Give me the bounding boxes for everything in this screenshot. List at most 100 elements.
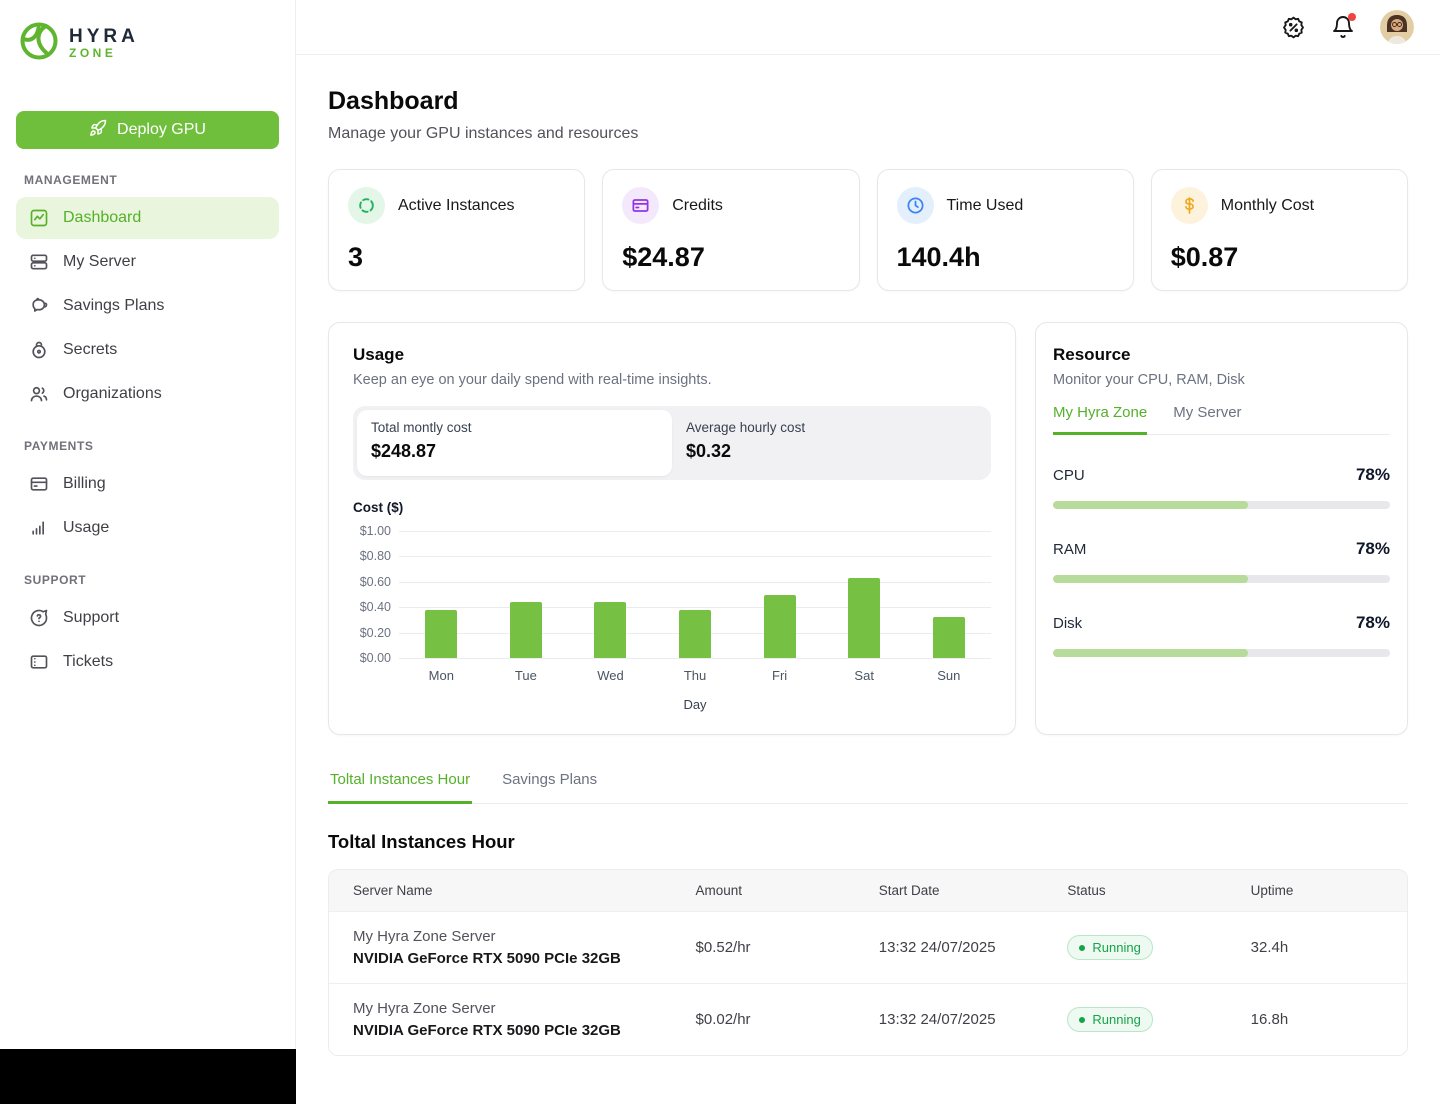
sidebar-item-organizations[interactable]: Organizations — [16, 373, 279, 415]
status-dot-icon — [1079, 1016, 1086, 1023]
tab-savings-plans[interactable]: Savings Plans — [500, 771, 599, 803]
uptime-cell: 16.8h — [1250, 1011, 1289, 1028]
usage-panel: Usage Keep an eye on your daily spend wi… — [328, 322, 1016, 735]
sidebar-item-label: Organizations — [63, 385, 162, 402]
sidebar-item-savings-plans[interactable]: Savings Plans — [16, 285, 279, 327]
bar-thu — [679, 609, 712, 658]
stat-value: $24.87 — [622, 242, 705, 272]
chart-y-axis-title: Cost ($) — [353, 500, 404, 515]
usage-summary-toggle: Total montly cost $248.87 Average hourly… — [353, 406, 991, 480]
ticket-icon — [28, 651, 50, 673]
status-label: Running — [1092, 1012, 1141, 1027]
stat-label: Monthly Cost — [1220, 196, 1315, 214]
avatar[interactable] — [1380, 10, 1414, 44]
server-name: My Hyra Zone Server — [353, 1000, 496, 1017]
y-tick: $0.00 — [359, 651, 391, 665]
nav-section-payments: PAYMENTS — [24, 439, 94, 453]
deploy-gpu-label: Deploy GPU — [117, 121, 206, 138]
nav-section-support: SUPPORT — [24, 573, 87, 587]
stat-value: $0.87 — [1170, 242, 1239, 272]
sidebar-item-my-server[interactable]: My Server — [16, 241, 279, 283]
people-icon — [28, 383, 50, 405]
stat-label: Active Instances — [398, 196, 515, 214]
disk-meter: Disk 78% — [1053, 613, 1390, 657]
summary-label: Total montly cost — [371, 420, 472, 435]
sidebar-item-secrets[interactable]: Secrets — [16, 329, 279, 371]
status-dot-icon — [1079, 944, 1086, 951]
server-icon — [28, 251, 50, 273]
section-tabs: Toltal Instances Hour Savings Plans — [328, 771, 1408, 804]
dashboard-content: Dashboard Manage your GPU instances and … — [296, 55, 1440, 1088]
meter-label: CPU — [1053, 466, 1085, 484]
sidebar-item-usage[interactable]: Usage — [16, 507, 279, 549]
x-label: Sat — [854, 668, 874, 683]
page-title: Dashboard — [328, 87, 459, 115]
x-label: Mon — [428, 668, 454, 683]
sidebar-item-dashboard[interactable]: Dashboard — [16, 197, 279, 239]
stat-value: 140.4h — [896, 242, 981, 272]
meter-label: RAM — [1053, 540, 1087, 558]
col-status: Status — [1067, 883, 1106, 898]
deploy-gpu-button[interactable]: Deploy GPU — [16, 111, 279, 149]
usage-subtitle: Keep an eye on your daily spend with rea… — [353, 372, 712, 388]
table-row[interactable]: My Hyra Zone Server NVIDIA GeForce RTX 5… — [329, 911, 1407, 983]
x-label: Fri — [772, 668, 788, 683]
server-name: My Hyra Zone Server — [353, 928, 496, 945]
discount-icon[interactable] — [1280, 14, 1306, 40]
stat-card-credits: Credits $24.87 — [602, 169, 860, 291]
resource-panel: Resource Monitor your CPU, RAM, Disk My … — [1035, 322, 1408, 735]
main-area: Dashboard Manage your GPU instances and … — [296, 0, 1440, 1104]
total-monthly-cost-cell[interactable]: Total montly cost $248.87 — [357, 410, 672, 476]
help-chat-icon — [28, 607, 50, 629]
summary-value: $0.32 — [686, 441, 732, 461]
stat-value: 3 — [348, 242, 364, 272]
status-badge: Running — [1067, 935, 1153, 960]
summary-value: $248.87 — [371, 441, 437, 461]
summary-label: Average hourly cost — [686, 420, 806, 435]
lock-icon — [28, 339, 50, 361]
sidebar-item-billing[interactable]: Billing — [16, 463, 279, 505]
table-header: Server Name Amount Start Date Status Upt… — [329, 870, 1407, 911]
sidebar-item-support[interactable]: Support — [16, 597, 279, 639]
x-label: Thu — [683, 668, 707, 683]
sidebar-item-label: My Server — [63, 253, 136, 270]
uptime-cell: 32.4h — [1250, 939, 1289, 956]
resource-subtitle: Monitor your CPU, RAM, Disk — [1053, 372, 1245, 388]
col-server-name: Server Name — [353, 883, 433, 898]
col-amount: Amount — [695, 883, 743, 898]
sidebar-item-tickets[interactable]: Tickets — [16, 641, 279, 683]
instances-ring-icon — [348, 187, 385, 224]
sidebar-item-label: Billing — [63, 475, 106, 492]
chart-x-axis-title: Day — [683, 697, 707, 712]
brand-sub: ZONE — [69, 46, 117, 61]
amount-cell: $0.52/hr — [695, 939, 751, 956]
x-label: Tue — [514, 668, 537, 683]
table-row[interactable]: My Hyra Zone Server NVIDIA GeForce RTX 5… — [329, 983, 1407, 1055]
start-date-cell: 13:32 24/07/2025 — [878, 939, 996, 956]
ram-meter: RAM 78% — [1053, 539, 1390, 583]
gpu-name: NVIDIA GeForce RTX 5090 PCIe 32GB — [353, 1022, 621, 1039]
sidebar-item-label: Dashboard — [63, 209, 142, 226]
credit-card-icon — [622, 187, 660, 224]
stat-card-monthly-cost: Monthly Cost $0.87 — [1150, 169, 1408, 291]
bar-chart-icon — [28, 517, 50, 539]
stat-card-active-instances: Active Instances 3 — [328, 169, 586, 291]
cost-bar-chart: Cost ($) $1.00 $0.80 $0.60 $0.40 $0.20 $… — [353, 500, 991, 712]
bell-icon[interactable] — [1330, 13, 1356, 40]
dollar-icon — [1170, 187, 1208, 224]
clock-icon — [896, 187, 934, 224]
y-tick: $0.60 — [359, 574, 391, 589]
tab-my-server[interactable]: My Server — [1173, 404, 1241, 434]
disk-progress-bar — [1053, 649, 1390, 657]
col-uptime: Uptime — [1250, 883, 1294, 898]
stat-label: Credits — [672, 196, 723, 214]
rocket-icon — [89, 119, 107, 142]
average-hourly-cost-cell[interactable]: Average hourly cost $0.32 — [672, 410, 987, 476]
tab-my-hyra-zone[interactable]: My Hyra Zone — [1053, 404, 1148, 435]
sidebar: HYRA ZONE Deploy GPU MANAGEMENT Dashboar… — [0, 0, 296, 1104]
resource-tabs: My Hyra Zone My Server — [1053, 404, 1390, 435]
piggy-bank-icon — [28, 295, 50, 317]
bar-sat — [848, 578, 881, 658]
tab-toltal-instances-hour[interactable]: Toltal Instances Hour — [328, 771, 473, 804]
meter-value: 78% — [1355, 539, 1390, 558]
